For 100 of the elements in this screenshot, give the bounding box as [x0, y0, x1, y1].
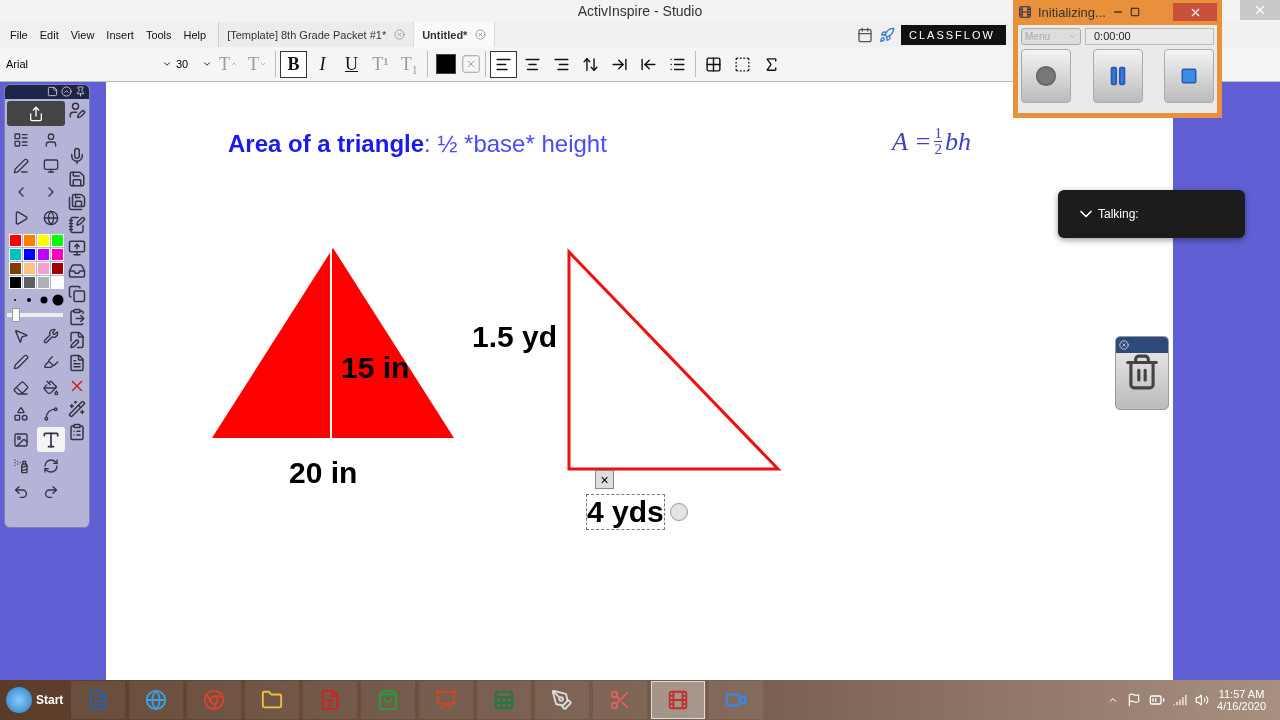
clock-time: 11:57 AM — [1218, 688, 1265, 700]
notebook-icon[interactable] — [68, 216, 86, 234]
note-icon[interactable] — [47, 86, 58, 97]
globe-icon — [145, 689, 168, 711]
color-swatch[interactable] — [51, 262, 64, 275]
select-text-icon — [734, 55, 751, 73]
refresh-icon — [43, 457, 59, 474]
format-button[interactable]: U — [338, 50, 365, 78]
color-swatch[interactable] — [9, 234, 22, 247]
wrench-icon — [43, 327, 59, 344]
close-button[interactable]: × — [595, 470, 614, 489]
signal-icon[interactable] — [1173, 693, 1188, 707]
stop-button[interactable] — [1164, 49, 1214, 103]
highlighter-icon — [43, 353, 59, 370]
color-swatch[interactable] — [9, 248, 22, 261]
close-button[interactable] — [1173, 3, 1217, 21]
format-button[interactable]: B — [280, 50, 307, 78]
menu-item[interactable]: File — [4, 28, 34, 41]
classflow-button[interactable]: CLASSFLOW — [901, 24, 1006, 45]
shapes-icon — [13, 405, 29, 422]
rocket-icon[interactable] — [879, 26, 895, 43]
menu-item[interactable]: Insert — [100, 28, 140, 41]
font-size-field[interactable]: 30 — [174, 53, 214, 75]
record-icon — [1035, 65, 1057, 87]
color-swatch[interactable] — [51, 248, 64, 261]
menu-item[interactable]: Help — [177, 28, 213, 41]
tray-icon[interactable] — [68, 262, 86, 280]
heading-text: Area of a triangle: ½ *base* height — [228, 130, 607, 158]
measurement-label: 15 in — [340, 350, 411, 386]
eraser-icon — [13, 379, 29, 396]
file-pen-icon[interactable] — [68, 331, 86, 349]
trash-widget[interactable] — [1115, 336, 1169, 410]
wand-icon[interactable] — [68, 400, 86, 418]
menu-item[interactable]: Tools — [139, 28, 178, 41]
menu-item[interactable]: Edit — [33, 28, 65, 41]
maximize-icon[interactable] — [1129, 7, 1140, 17]
save-icon[interactable] — [68, 170, 86, 188]
color-swatch[interactable] — [23, 262, 36, 275]
clock-date: 4/16/2020 — [1217, 700, 1266, 712]
pen-icon — [551, 689, 574, 711]
measurement-label: 20 in — [288, 455, 359, 491]
color-swatch[interactable] — [23, 276, 36, 289]
align-left-button[interactable] — [490, 50, 517, 78]
color-swatch[interactable] — [37, 276, 50, 289]
monitor-icon[interactable] — [68, 239, 86, 257]
list-icon — [13, 131, 29, 148]
color-swatch[interactable] — [37, 248, 50, 261]
color-swatch[interactable] — [9, 276, 22, 289]
measurement-label: 1.5 yd — [471, 319, 559, 355]
paste-icon[interactable] — [68, 308, 86, 326]
taskbar-app[interactable] — [129, 681, 184, 719]
microphone-icon[interactable] — [68, 147, 86, 165]
share-icon — [28, 105, 44, 122]
talking-label: Talking: — [1098, 207, 1139, 221]
redo-icon — [43, 483, 59, 500]
clipboard-icon[interactable] — [68, 423, 86, 441]
line-spacing-icon — [582, 55, 599, 73]
width-slider[interactable] — [7, 308, 65, 322]
pen-icon — [13, 157, 29, 174]
rotate-handle[interactable] — [670, 503, 688, 521]
collapse-icon[interactable] — [61, 86, 72, 97]
bag-icon — [377, 689, 400, 711]
toolbox-button[interactable] — [7, 101, 65, 126]
taskbar-app[interactable] — [651, 681, 706, 719]
document-tab[interactable]: Untitled* — [414, 22, 496, 47]
calendar-icon[interactable] — [857, 26, 873, 43]
user-pen-icon[interactable] — [68, 101, 86, 119]
close-icon — [1253, 3, 1267, 17]
film-icon — [1018, 5, 1032, 19]
color-swatch[interactable] — [51, 234, 64, 247]
color-swatch[interactable] — [51, 276, 64, 289]
battery-icon[interactable] — [1149, 692, 1166, 708]
menu-item[interactable]: View — [64, 28, 101, 41]
flag-icon[interactable] — [1127, 693, 1142, 707]
folder-icon — [261, 689, 284, 711]
taskbar-app[interactable] — [245, 681, 300, 719]
color-swatch[interactable] — [37, 262, 50, 275]
table-icon — [705, 55, 722, 73]
presentation-icon — [435, 689, 458, 711]
slider-thumb[interactable] — [11, 308, 20, 322]
save-all-icon[interactable] — [68, 193, 86, 211]
pause-button[interactable] — [1092, 49, 1143, 103]
format-button[interactable]: I — [309, 50, 336, 78]
color-swatch[interactable] — [9, 262, 22, 275]
recorder-title: Initializing... — [1038, 4, 1106, 20]
document-tab[interactable]: [Template] 8th Grade Packet #1* — [219, 22, 415, 47]
window-title: ActivInspire - Studio — [577, 3, 703, 19]
color-swatch[interactable] — [37, 234, 50, 247]
document-icon[interactable] — [68, 354, 86, 372]
record-button[interactable] — [1021, 49, 1071, 103]
taskbar-app[interactable] — [535, 681, 590, 719]
copy-icon[interactable] — [68, 285, 86, 303]
dropdown-icon — [1068, 32, 1077, 41]
pin-icon[interactable] — [75, 86, 86, 97]
color-swatch[interactable] — [23, 234, 36, 247]
start-button[interactable]: Start — [2, 683, 68, 717]
font-field[interactable]: Arial — [4, 53, 174, 75]
color-swatch[interactable] — [23, 248, 36, 261]
tool-button[interactable] — [37, 427, 65, 452]
speaker-icon[interactable] — [1195, 693, 1210, 707]
